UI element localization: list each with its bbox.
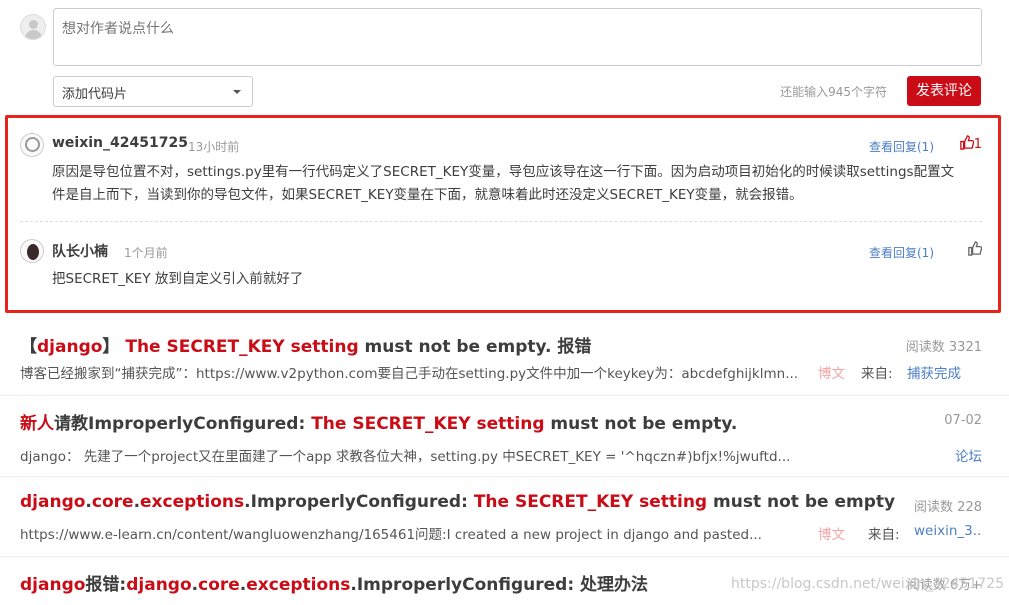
- thumbs-up-icon: [968, 241, 983, 256]
- source-link[interactable]: 捕获完成: [907, 362, 961, 382]
- like-button[interactable]: [967, 241, 983, 258]
- like-count: 1: [973, 137, 982, 152]
- article-desc: django： 先建了一个project又在里面建了一个app 求教各位大神，s…: [20, 449, 791, 465]
- comment-input[interactable]: [53, 8, 982, 66]
- avatar[interactable]: [20, 133, 44, 157]
- comment-username[interactable]: weixin_42451725: [52, 135, 188, 151]
- like-button[interactable]: 1: [959, 135, 982, 152]
- related-article[interactable]: 【django】 The SECRET_KEY setting must not…: [20, 332, 982, 387]
- article-desc: https://www.e-learn.cn/content/wangluowe…: [20, 527, 762, 543]
- add-code-snippet-select[interactable]: 添加代码片: [53, 76, 253, 107]
- divider: [0, 476, 1009, 477]
- submit-comment-button[interactable]: 发表评论: [907, 76, 981, 106]
- divider: [0, 395, 1009, 396]
- comment-time: 1个月前: [124, 246, 168, 260]
- comment-divider: [20, 221, 982, 222]
- source-link[interactable]: weixin_3...: [914, 523, 982, 539]
- article-type-tag: 博文: [818, 366, 845, 382]
- comment-text-line: 把SECRET_KEY 放到自定义引入前就好了: [52, 271, 304, 287]
- comment-time: 13小时前: [188, 140, 240, 154]
- article-title[interactable]: django报错:django.core.exceptions.Improper…: [20, 570, 648, 595]
- divider: [0, 556, 1009, 557]
- article-title[interactable]: 新人请教ImproperlyConfigured: The SECRET_KEY…: [20, 409, 737, 434]
- related-article[interactable]: 新人请教ImproperlyConfigured: The SECRET_KEY…: [20, 409, 982, 465]
- avatar[interactable]: [20, 239, 44, 263]
- char-count: 还能输入945个字符: [780, 85, 887, 99]
- chevron-down-icon: [233, 90, 241, 94]
- source-link[interactable]: 论坛: [955, 445, 982, 465]
- comment-text-line: 原因是导包位置不对，settings.py里有一行代码定义了SECRET_KEY…: [52, 164, 955, 180]
- post-date: 07-02: [944, 413, 982, 428]
- article-title[interactable]: django.core.exceptions.ImproperlyConfigu…: [20, 492, 895, 512]
- article-title[interactable]: 【django】 The SECRET_KEY setting must not…: [20, 332, 591, 357]
- view-replies-link[interactable]: 查看回复(1): [869, 138, 934, 155]
- read-count: 阅读数 228: [914, 500, 982, 515]
- article-desc: 博客已经搬家到“捕获完成”：https://www.v2python.com要自…: [20, 366, 799, 382]
- code-select-label: 添加代码片: [62, 87, 128, 102]
- view-replies-link[interactable]: 查看回复(1): [869, 244, 934, 261]
- comment-username[interactable]: 队长小楠: [52, 241, 108, 261]
- read-count: 阅读数 3321: [905, 340, 982, 355]
- source-label: 来自:: [861, 366, 893, 382]
- watermark: https://blog.csdn.net/weixin_42451725: [731, 576, 1005, 592]
- current-user-avatar: [20, 14, 46, 40]
- related-article[interactable]: django.core.exceptions.ImproperlyConfigu…: [20, 492, 982, 547]
- source-label: 来自:: [868, 527, 900, 543]
- comment-text-line: 件是自上而下，当读到你的导包文件，如果SECRET_KEY变量在下面，就意味着此…: [52, 187, 803, 203]
- thumbs-up-icon: [959, 135, 975, 150]
- article-type-tag: 博文: [818, 527, 845, 543]
